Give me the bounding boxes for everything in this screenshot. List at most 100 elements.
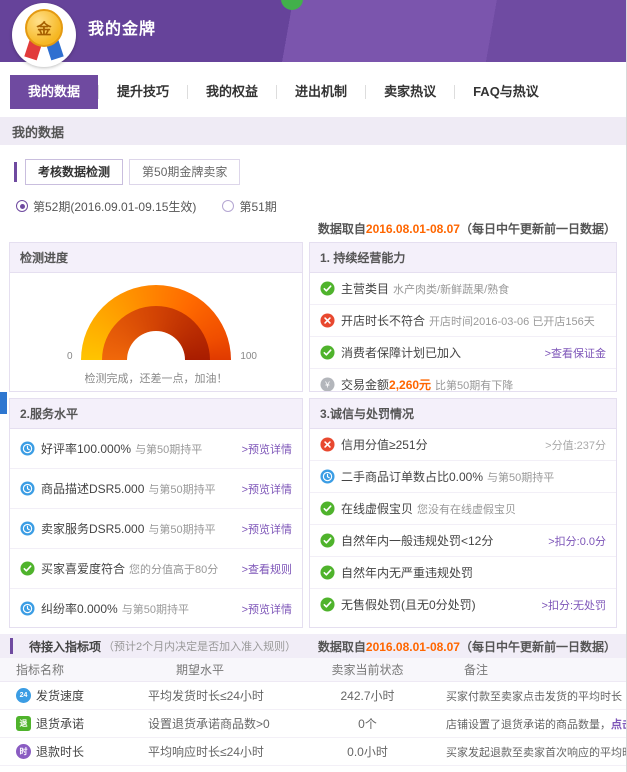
metric-main: 卖家服务DSR5.000 (41, 522, 144, 536)
subtab-assessment-data[interactable]: 考核数据检测 (25, 159, 123, 185)
table-row: 时退款时长 平均响应时长≤24小时 0.0小时 买家发起退款至卖家首次响应的平均… (0, 738, 626, 766)
clock-icon (320, 469, 335, 484)
current-status: 0.0小时 (305, 743, 430, 760)
period-radio-51[interactable]: 第51期 (222, 198, 276, 215)
panel-integrity-penalty: 3.诚信与处罚情况 信用分值≥251分 >分值:237分 二手商品订单数占比0.… (309, 398, 617, 628)
panel-progress: 检测进度 0 100 检测完成，还差一点，加油！ (9, 242, 303, 392)
preview-detail-link[interactable]: >预览详情 (242, 601, 292, 617)
gold-medal-icon: 金 (12, 3, 76, 67)
nav-tab-my-rights[interactable]: 我的权益 (188, 75, 276, 109)
clock-icon (20, 481, 35, 496)
view-deposit-link[interactable]: >查看保证金 (545, 345, 606, 361)
metric-sub: 您的分值高于80分 (129, 564, 218, 576)
metric-main: 开店时长不符合 (341, 314, 425, 328)
preview-detail-link[interactable]: >预览详情 (242, 521, 292, 537)
nav-tab-entry-exit-mechanism[interactable]: 进出机制 (277, 75, 365, 109)
gauge-caption: 检测完成，还差一点，加油！ (85, 370, 228, 386)
remark-text: 买家发起退款至卖家首次响应的平均时长 (446, 747, 627, 759)
radio-checked-icon (16, 200, 28, 212)
check-icon (320, 501, 335, 516)
side-feedback-handle[interactable] (0, 392, 7, 414)
metric-row: 二手商品订单数占比0.00% 与第50期持平 (310, 461, 616, 493)
section-title-bar: 我的数据 (0, 117, 626, 145)
shipping-speed-icon: 24 (16, 688, 31, 703)
deduction-link[interactable]: >扣分:0.0分 (548, 533, 606, 549)
remark-text: 买家付款至卖家点击发货的平均时长 (446, 691, 622, 703)
expected-level: 平均响应时长≤24小时 (140, 743, 305, 760)
period-51-label: 第51期 (239, 198, 276, 215)
data-source-note: 数据取自2016.08.01-08.07（每日中午更新前一日数据） (318, 220, 616, 236)
metric-sub: 开店时间2016-03-06 已开店156天 (429, 316, 595, 328)
nav-tab-seller-hot-topics[interactable]: 卖家热议 (366, 75, 454, 109)
period-radio-52[interactable]: 第52期(2016.09.01-09.15生效) (16, 198, 196, 215)
metric-main: 主营类目 (341, 282, 389, 296)
panel-operating-title: 1. 持续经营能力 (310, 243, 616, 273)
subtab-bar: 考核数据检测 第50期金牌卖家 (14, 159, 626, 185)
radio-unchecked-icon (222, 200, 234, 212)
metric-row: 自然年内无严重违规处罚 (310, 557, 616, 589)
page-title: 我的金牌 (88, 15, 156, 39)
preview-detail-link[interactable]: >预览详情 (242, 441, 292, 457)
header-bar: 我的金牌 (0, 0, 626, 62)
gauge-max-label: 100 (240, 351, 257, 362)
medal-coin-icon: 金 (25, 9, 63, 47)
metric-row: 卖家服务DSR5.000 与第50期持平 >预览详情 (10, 509, 302, 549)
preview-detail-link[interactable]: >预览详情 (242, 481, 292, 497)
metric-main: 纠纷率0.000% (41, 602, 118, 616)
panel-service-title: 2.服务水平 (10, 399, 302, 429)
metric-sub: 比第50期有下降 (435, 380, 513, 392)
remark-text: 店铺设置了退货承诺的商品数量， (446, 719, 611, 731)
metric-row: 买家喜爱度符合您的分值高于80分 >查看规则 (10, 549, 302, 589)
clock-icon (20, 601, 35, 616)
pending-section-header: 待接入指标项 （预计2个月内决定是否加入准入规则） 数据取自2016.08.01… (0, 634, 626, 658)
metric-main: 自然年内无严重违规处罚 (341, 566, 473, 580)
col-header-expected-level: 期望水平 (140, 661, 305, 678)
metric-sub: 与第50期持平 (148, 524, 215, 536)
view-rules-link[interactable]: >查看规则 (242, 561, 292, 577)
metric-row: 开店时长不符合开店时间2016-03-06 已开店156天 (310, 305, 616, 337)
metric-name: 退款时长 (36, 743, 84, 760)
panels-row-2: 2.服务水平 好评率100.000% 与第50期持平 >预览详情 商品描述DSR5… (9, 398, 617, 628)
purple-accent-bar (14, 162, 17, 182)
pending-note: （预计2个月内决定是否加入准入规则） (103, 638, 296, 654)
expected-level: 设置退货承诺商品数>0 (140, 715, 305, 732)
nav-tab-my-data[interactable]: 我的数据 (10, 75, 98, 109)
metric-sub: 与第50期持平 (135, 444, 202, 456)
metric-main: 信用分值≥251分 (341, 438, 428, 452)
note-prefix: 数据取自 (318, 640, 366, 654)
expected-level: 平均发货时长≤24小时 (140, 687, 305, 704)
metric-main: 消费者保障计划已加入 (341, 346, 461, 360)
cross-icon (320, 437, 335, 452)
nav-tabbar: 我的数据 提升技巧 我的权益 进出机制 卖家热议 FAQ与热议 (0, 75, 626, 109)
metric-row: 纠纷率0.000%与第50期持平 >预览详情 (10, 589, 302, 628)
metric-row: 无售假处罚(且无0分处罚) >扣分:无处罚 (310, 589, 616, 620)
panel-service-level: 2.服务水平 好评率100.000% 与第50期持平 >预览详情 商品描述DSR5… (9, 398, 303, 628)
table-row: 退退货承诺 设置退货承诺商品数>0 0个 店铺设置了退货承诺的商品数量，点击设置 (0, 710, 626, 738)
period-52-label: 第52期(2016.09.01-09.15生效) (33, 198, 196, 215)
medal-coin-text: 金 (36, 18, 51, 39)
metric-main: 二手商品订单数占比0.00% (341, 470, 483, 484)
gold-medal-dashboard: 我的金牌 金 我的数据 提升技巧 我的权益 进出机制 卖家热议 FAQ与热议 我… (0, 0, 627, 772)
check-icon (20, 561, 35, 576)
table-row: 24 发货速度 平均发货时长≤24小时 242.7小时 买家付款至卖家点击发货的平… (0, 682, 626, 710)
subtab-gold-sellers-period-50[interactable]: 第50期金牌卖家 (129, 159, 240, 185)
data-note-row: 数据取自2016.08.01-08.07（每日中午更新前一日数据） (0, 220, 616, 236)
metric-sub: 水产肉类/新鲜蔬果/熟食 (393, 284, 509, 296)
metric-main: 好评率100.000% (41, 442, 131, 456)
metric-row: 交易金额2,260元比第50期有下降 (310, 369, 616, 392)
col-header-current-status: 卖家当前状态 (305, 661, 430, 678)
table-header: 指标名称 期望水平 卖家当前状态 备注 (0, 658, 626, 682)
metric-row: 好评率100.000% 与第50期持平 >预览详情 (10, 429, 302, 469)
metric-sub: 与第50期持平 (487, 472, 554, 484)
metric-main: 无售假处罚(且无0分处罚) (341, 598, 476, 612)
deduction-link[interactable]: >扣分:无处罚 (542, 597, 606, 613)
clock-icon (20, 441, 35, 456)
nav-tab-improvement-tips[interactable]: 提升技巧 (99, 75, 187, 109)
progress-gauge: 0 100 (81, 285, 231, 360)
check-icon (320, 533, 335, 548)
nav-tab-faq[interactable]: FAQ与热议 (455, 75, 557, 109)
current-status: 242.7小时 (305, 687, 430, 704)
click-to-set-link[interactable]: 点击设置 (611, 719, 627, 731)
metric-name: 发货速度 (36, 687, 84, 704)
metric-row: 商品描述DSR5.000与第50期持平 >预览详情 (10, 469, 302, 509)
